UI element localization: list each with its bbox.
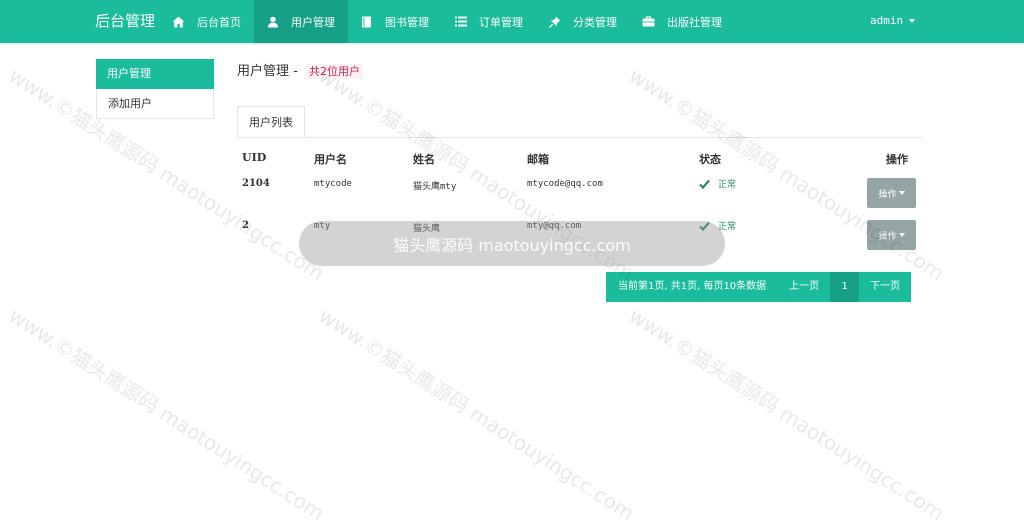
username-label: admin — [870, 14, 904, 27]
cell-username: mtycode — [314, 179, 352, 189]
nav-item-books[interactable]: 图书管理 — [348, 0, 442, 43]
nav-item-label: 后台首页 — [197, 15, 241, 29]
column-header-uid: UID — [242, 151, 267, 164]
list-icon — [454, 15, 467, 28]
brand-title[interactable]: 后台管理 — [95, 11, 155, 31]
cell-name: 猫头鹰mty — [413, 182, 457, 192]
nav-item-label: 分类管理 — [573, 15, 617, 29]
page-title-text: 用户管理 - — [237, 64, 298, 79]
pushpin-icon — [548, 15, 561, 28]
nav-menu: 后台首页 用户管理 图书管理 订单管理 分类管理 出版社管理 — [160, 0, 735, 43]
caret-down-icon — [909, 19, 916, 23]
top-navbar: 后台管理 后台首页 用户管理 图书管理 订单管理 分类管理 出版社管理 admi… — [0, 0, 1024, 43]
nav-item-publishers[interactable]: 出版社管理 — [630, 0, 735, 43]
admin-user-menu[interactable]: admin — [870, 14, 916, 27]
watermark-banner: 猫头鹰源码 maotouyingcc.com — [299, 221, 725, 266]
watermark: www.©猫头鹰源码 maotouyingcc.com — [314, 303, 639, 526]
current-page[interactable]: 1 — [830, 272, 860, 302]
nav-item-home[interactable]: 后台首页 — [160, 0, 254, 43]
watermark: www.©猫头鹰源码 maotouyingcc.com — [624, 303, 949, 526]
check-icon — [699, 179, 710, 189]
book-icon — [360, 15, 373, 28]
pagination-info: 当前第1页, 共1页, 每页10条数据 — [606, 272, 779, 302]
sidebar-item-user-management[interactable]: 用户管理 — [96, 59, 214, 89]
nav-item-label: 出版社管理 — [667, 15, 722, 29]
row-action-button[interactable]: 操作 — [867, 178, 916, 208]
column-header-email: 邮箱 — [527, 153, 549, 166]
column-header-username: 用户名 — [314, 153, 347, 166]
watermark: www.©猫头鹰源码 maotouyingcc.com — [4, 303, 329, 526]
tab-user-list[interactable]: 用户列表 — [237, 106, 305, 137]
prev-page-button[interactable]: 上一页 — [778, 272, 831, 302]
pagination: 当前第1页, 共1页, 每页10条数据 上一页 1 下一页 — [606, 272, 912, 302]
status-text: 正常 — [718, 180, 737, 190]
next-page-button[interactable]: 下一页 — [859, 272, 912, 302]
tab-bar: 用户列表 — [237, 106, 922, 138]
home-icon — [172, 15, 185, 28]
cell-email: mtycode@qq.com — [527, 179, 603, 189]
sidebar: 用户管理 添加用户 — [96, 59, 214, 119]
cell-uid: 2104 — [242, 178, 270, 189]
column-header-action: 操作 — [886, 153, 908, 166]
nav-item-label: 订单管理 — [479, 15, 523, 29]
nav-item-categories[interactable]: 分类管理 — [536, 0, 630, 43]
nav-item-orders[interactable]: 订单管理 — [442, 0, 536, 43]
action-label: 操作 — [878, 189, 897, 200]
column-header-status: 状态 — [699, 153, 721, 166]
user-icon — [266, 15, 279, 28]
briefcase-icon — [642, 15, 655, 28]
caret-down-icon — [898, 191, 905, 195]
nav-item-label: 用户管理 — [291, 15, 335, 29]
nav-item-label: 图书管理 — [385, 15, 429, 29]
nav-item-users[interactable]: 用户管理 — [254, 0, 348, 43]
sidebar-item-add-user[interactable]: 添加用户 — [96, 89, 214, 119]
cell-status: 正常 — [699, 177, 736, 190]
